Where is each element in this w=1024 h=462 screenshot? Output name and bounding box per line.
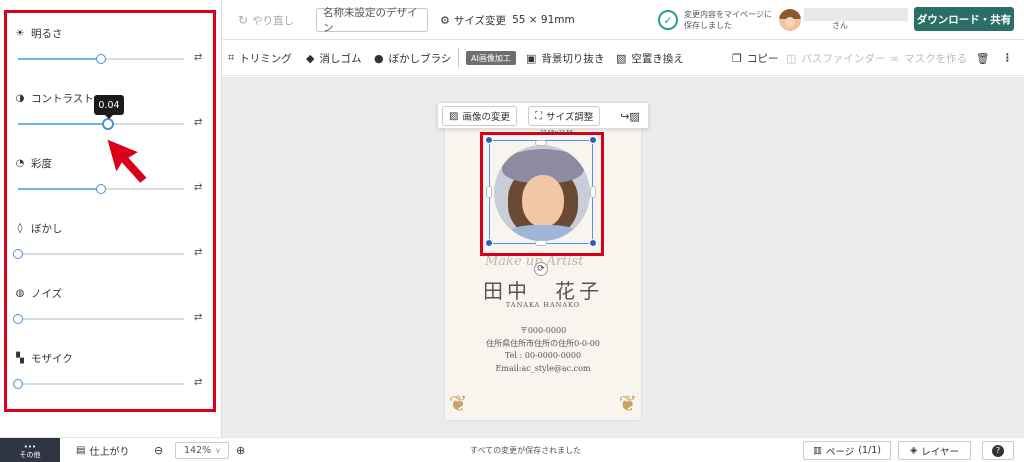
save-status-line2: 保存しました — [684, 21, 732, 30]
more-dots-icon: ••• — [23, 442, 37, 451]
rotate-icon[interactable]: ⟳ — [534, 262, 548, 276]
zoom-value: 142% — [184, 445, 212, 456]
drop-icon: ● — [374, 51, 384, 65]
mask-button[interactable]: ∞ マスクを作る — [890, 40, 967, 76]
resize-handle-top-left[interactable] — [485, 136, 493, 144]
ornament-bottom-left: ❦ — [449, 392, 468, 417]
pathfinder-label: パスファインダー — [801, 52, 886, 65]
copy-icon: ❐ — [732, 51, 742, 65]
editor-app: ↻ やり直し 名称未設定のデザイン ⚙ サイズ変更 55 × 91mm ✓ 変更… — [0, 0, 1024, 462]
resize-handle-right[interactable] — [590, 186, 596, 198]
save-status-line1: 変更内容をマイページに — [684, 10, 772, 19]
toolbar-divider — [458, 48, 459, 68]
others-button[interactable]: ••• その他 — [0, 438, 60, 462]
image-icon: ▨ — [449, 110, 459, 122]
mask-label: マスクを作る — [904, 52, 968, 65]
trim-button[interactable]: ⌗ トリミング — [228, 40, 292, 76]
size-value: 55 × 91mm — [512, 14, 575, 26]
pathfinder-button[interactable]: ◫ パスファインダー — [786, 40, 885, 76]
gear-icon: ⚙ — [440, 13, 450, 27]
card-postal[interactable]: 〒000-0000 — [445, 325, 641, 336]
background-remove-button[interactable]: ▣ 背景切り抜き — [526, 40, 604, 76]
sky-icon: ▧ — [616, 51, 627, 65]
card-tel[interactable]: Tel : 00-0000-0000 — [445, 351, 641, 360]
finish-preview-button[interactable]: ▤ 仕上がり — [76, 438, 129, 462]
check-circle-icon: ✓ — [658, 10, 678, 30]
book-icon: ▥ — [813, 445, 822, 456]
save-status: ✓ 変更内容をマイページに 保存しました — [658, 0, 772, 40]
person-icon: ▣ — [526, 51, 537, 65]
layer-button[interactable]: ◈ レイヤー — [898, 441, 971, 460]
replace-image-icon[interactable]: ↪▨ — [616, 107, 644, 125]
image-toolbar: ⌗ トリミング ◆ 消しゴム ● ぼかしブラシ AI画像加工 ▣ 背景切り抜き … — [222, 40, 1024, 76]
redo-button[interactable]: ↻ やり直し — [238, 0, 294, 40]
ornament-bottom-right: ❦ — [618, 392, 637, 417]
copy-label: コピー — [746, 52, 779, 65]
size-change-label: サイズ変更 — [453, 14, 507, 27]
resize-handle-bottom[interactable] — [535, 240, 547, 246]
background-remove-label: 背景切り抜き — [541, 52, 605, 65]
zoom-select[interactable]: 142% ∨ — [175, 442, 229, 459]
resize-label: サイズ調整 — [546, 112, 594, 123]
card-romaji[interactable]: TANAKA HANAKO — [445, 301, 641, 309]
bottom-bar: ••• その他 ▤ 仕上がり ⊖ 142% ∨ ⊕ すべての変更が保存されました… — [0, 437, 1024, 462]
document-icon: ▤ — [76, 445, 86, 456]
copy-button[interactable]: ❐ コピー — [732, 40, 778, 76]
card-email[interactable]: Email:ac_style@ac.com — [445, 364, 641, 373]
pathfinder-icon: ◫ — [786, 51, 797, 65]
user-name-redacted — [804, 8, 908, 21]
eraser-icon: ◆ — [306, 51, 315, 65]
ai-edit-badge: AI画像加工 — [466, 51, 516, 65]
photo-highlight-outline — [480, 132, 604, 256]
page-label: ページ — [825, 446, 855, 458]
trash-icon[interactable]: 🗑 — [976, 40, 989, 76]
floating-image-toolbar: ▨ 画像の変更 ⛶ サイズ調整 ↪▨ — [437, 102, 649, 129]
help-button[interactable]: ? — [982, 441, 1014, 460]
size-readout: 27.58×27.58 — [540, 130, 573, 136]
resize-handle-top[interactable] — [535, 140, 547, 146]
resize-icon: ⛶ — [535, 110, 542, 122]
size-change-button[interactable]: ⚙ サイズ変更 55 × 91mm — [440, 0, 575, 40]
chevron-down-icon: ∨ — [215, 446, 222, 455]
card-name[interactable]: 田中 花子 — [445, 275, 641, 304]
sky-replace-label: 空置き換え — [631, 52, 684, 65]
layer-label: レイヤー — [921, 446, 960, 458]
crop-icon: ⌗ — [228, 51, 235, 64]
design-name-field[interactable]: 名称未設定のデザイン — [316, 7, 428, 34]
user-suffix: さん — [832, 21, 848, 30]
saved-message: すべての変更が保存されました — [470, 446, 582, 455]
avatar[interactable] — [779, 9, 801, 31]
blur-brush-button[interactable]: ● ぼかしブラシ — [374, 40, 451, 76]
resize-handle-left[interactable] — [486, 186, 492, 198]
others-label: その他 — [19, 450, 41, 459]
download-share-button[interactable]: ダウンロード・共有 — [914, 7, 1014, 31]
page-button[interactable]: ▥ ページ (1/1) — [803, 441, 891, 460]
trim-label: トリミング — [239, 52, 292, 65]
zoom-in-icon[interactable]: ⊕ — [236, 438, 245, 462]
layers-icon: ◈ — [909, 445, 918, 456]
page-count: (1/1) — [858, 445, 881, 456]
mask-icon: ∞ — [890, 51, 900, 65]
change-image-button[interactable]: ▨ 画像の変更 — [442, 106, 517, 126]
adjustment-panel: ☀ 明るさ ⇄ ◑ コントラスト ⇄ ◔ 彩度 ⇄ ◊ ぼかし ⇄ ◍ ノイズ ⇄ ▚ モザ… — [0, 0, 222, 437]
resize-handle-bottom-right[interactable] — [589, 239, 597, 247]
resize-button[interactable]: ⛶ サイズ調整 — [528, 106, 601, 126]
more-vertical-icon[interactable]: ⋮ — [1002, 40, 1013, 76]
panel-highlight-outline — [4, 10, 216, 412]
change-image-label: 画像の変更 — [462, 112, 510, 123]
resize-handle-top-right[interactable] — [589, 136, 597, 144]
sky-replace-button[interactable]: ▧ 空置き換え — [616, 40, 684, 76]
value-tooltip: 0.04 — [94, 95, 124, 119]
redo-icon: ↻ — [238, 13, 249, 27]
card-address[interactable]: 住所県住所市住所の住所0-0-00 — [445, 338, 641, 349]
finish-label: 仕上がり — [89, 447, 130, 458]
eraser-label: 消しゴム — [319, 52, 362, 65]
redo-label: やり直し — [252, 14, 295, 27]
zoom-out-icon[interactable]: ⊖ — [154, 438, 163, 462]
eraser-button[interactable]: ◆ 消しゴム — [306, 40, 361, 76]
pointer-arrow-annotation — [104, 136, 150, 186]
help-icon: ? — [992, 444, 1004, 457]
blur-brush-label: ぼかしブラシ — [388, 52, 452, 65]
resize-handle-bottom-left[interactable] — [485, 239, 493, 247]
